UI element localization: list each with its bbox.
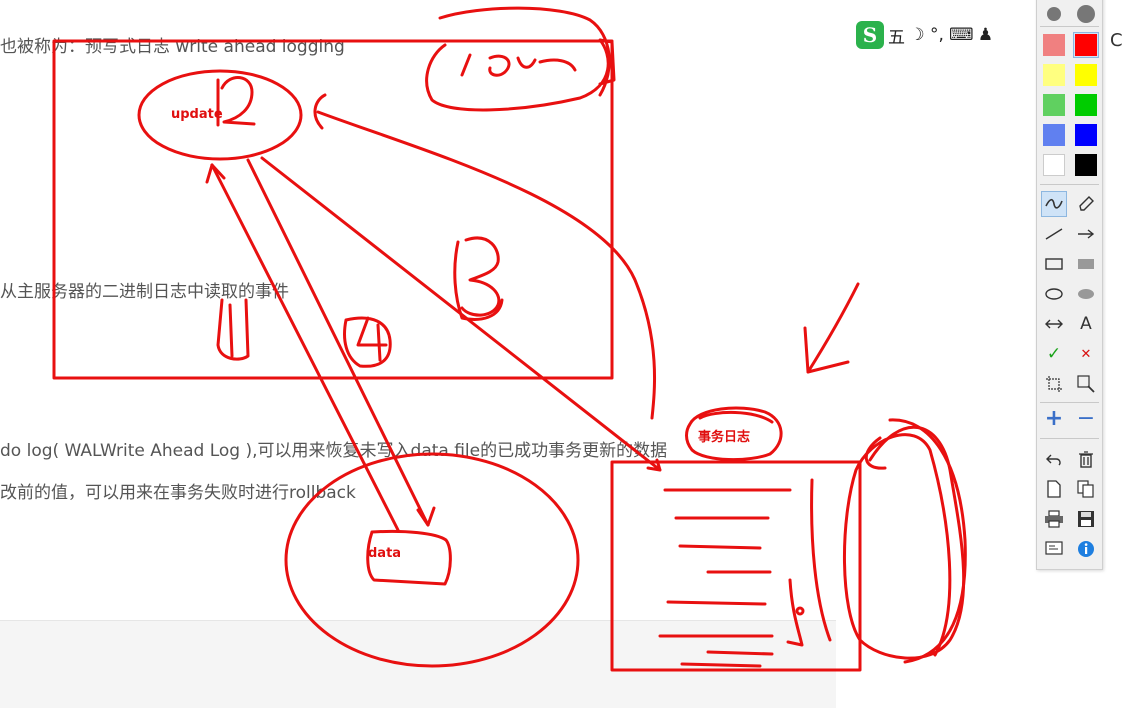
doc-line-3: do log( WALWrite Ahead Log ),可以用来恢复未写入da… [0,441,668,461]
keyboard-icon[interactable]: ⌨ [949,24,974,46]
dot-icon[interactable] [1041,1,1067,27]
dms-scribble [425,6,616,112]
color-swatch-white[interactable] [1041,152,1067,178]
dot-icon[interactable] [1073,1,1099,27]
curve-to-log [316,110,656,420]
arrow-into-update [313,93,327,130]
doc-line-4: 改前的值，可以用来在事务失败时进行rollback [0,483,356,503]
update-label: update [171,107,223,122]
arrowhead-down [416,506,436,527]
copy-icon[interactable] [1073,476,1099,502]
arrow-update-to-data [210,158,430,532]
data-box [366,529,452,586]
arrowhead-up [205,163,226,184]
arrow-tool-icon[interactable] [1073,221,1099,247]
screen-icon[interactable] [1041,536,1067,562]
pointer-arrow [803,282,860,374]
punctuation-icon[interactable]: °, [929,24,945,46]
right-loops [843,425,966,660]
save-icon[interactable] [1073,506,1099,532]
ime-toolbar: S 五 ☽ °, ⌨ ♟ [856,18,1036,52]
annotation-palette: A ✓ ✕ + − [1036,0,1103,570]
number-3-scribble [453,236,504,321]
ime-mode-toggle[interactable]: 五 [888,24,905,48]
freehand-pen-icon[interactable] [1041,191,1067,217]
increase-size-icon[interactable]: + [1041,406,1067,432]
color-swatch-blue[interactable] [1073,122,1099,148]
color-swatch-black[interactable] [1073,152,1099,178]
filled-rectangle-tool-icon[interactable] [1073,251,1099,277]
rectangle-tool-icon[interactable] [1041,251,1067,277]
color-swatch-green[interactable] [1073,92,1099,118]
crop-tool-icon[interactable] [1041,371,1067,397]
number-2-scribble [216,76,256,127]
undo-icon[interactable] [1041,446,1067,472]
zoom-tool-icon[interactable] [1073,371,1099,397]
check-mark-icon[interactable]: ✓ [1041,341,1067,367]
moon-icon[interactable]: ☽ [909,24,925,46]
doc-line-2: 从主服务器的二进制日志中读取的事件 [0,282,289,302]
color-swatch-light-red[interactable] [1041,32,1067,58]
color-swatch-light-blue[interactable] [1041,122,1067,148]
highlighter-icon[interactable] [1073,191,1099,217]
server-rectangle [52,39,614,380]
page-footer-area [0,620,836,708]
new-page-icon[interactable] [1041,476,1067,502]
line-tool-icon[interactable] [1041,221,1067,247]
color-swatch-light-yellow[interactable] [1041,62,1067,88]
doc-line-1: 也被称为：预写式日志 write ahead logging [0,37,345,57]
color-swatch-light-green[interactable] [1041,92,1067,118]
number-1-scribble [216,298,250,361]
arrow-update-to-log [260,156,662,472]
text-tool-icon[interactable]: A [1073,311,1099,337]
log-label-loops [685,406,783,462]
cross-mark-icon[interactable]: ✕ [1073,341,1099,367]
color-swatch-red[interactable] [1073,32,1099,58]
user-icon[interactable]: ♟ [978,24,994,46]
update-ellipse [137,69,303,161]
ime-logo-icon[interactable]: S [856,21,884,49]
annotation-layer: update data 事务日志 [52,6,967,672]
edge-glyph: C [1110,30,1123,51]
data-label: data [368,546,401,561]
info-icon[interactable] [1073,536,1099,562]
trash-icon[interactable] [1073,446,1099,472]
number-4-scribble [343,316,392,368]
double-arrow-tool-icon[interactable] [1041,311,1067,337]
right-loop-inner [888,418,967,664]
color-swatch-yellow[interactable] [1073,62,1099,88]
decrease-size-icon[interactable]: − [1073,406,1099,432]
ellipse-tool-icon[interactable] [1041,281,1067,307]
filled-ellipse-tool-icon[interactable] [1073,281,1099,307]
log-label: 事务日志 [698,429,750,445]
print-icon[interactable] [1041,506,1067,532]
